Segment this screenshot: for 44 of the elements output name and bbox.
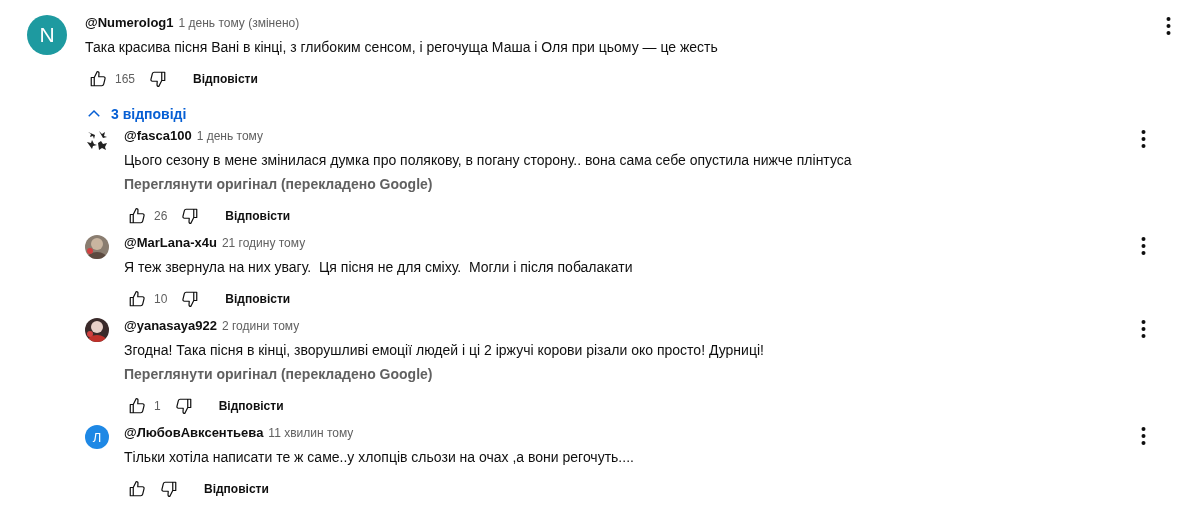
reply-button[interactable]: Відповісти [215, 205, 301, 227]
comment-time: 2 години тому [221, 319, 300, 333]
thumbs-up-icon[interactable] [128, 207, 146, 225]
thumbs-up-icon[interactable] [128, 290, 146, 308]
reply-button[interactable]: Відповісти [183, 68, 268, 90]
author-name[interactable]: @Numerolog1 [85, 15, 174, 30]
reply-button[interactable]: Відповісти [215, 288, 301, 310]
comment-time: 1 день тому [196, 129, 263, 143]
author-name[interactable]: @ЛюбовАвксентьева [124, 425, 264, 440]
translate-link[interactable]: Переглянути оригінал (перекладено Google) [124, 174, 1141, 194]
reply-button[interactable]: Відповісти [194, 478, 279, 500]
thumbs-down-icon[interactable] [181, 290, 200, 308]
thumbs-up-icon[interactable] [128, 397, 146, 415]
avatar-icon[interactable] [85, 128, 109, 152]
more-options-icon[interactable] [1166, 17, 1171, 35]
thumbs-down-icon[interactable] [160, 480, 178, 498]
comment-time: 11 хвилин тому [268, 426, 354, 440]
thumbs-up-icon[interactable] [89, 70, 107, 88]
comment-text: Згодна! Така пісня в кінці, зворушливі емоції людей і ці 2 іржучі корови різали око просто! Дурниці! [124, 341, 765, 360]
more-options-icon[interactable] [1141, 237, 1146, 255]
author-name[interactable]: @yanasaya922 [124, 318, 217, 333]
comment-time: 21 годину тому [221, 236, 306, 250]
author-name[interactable]: @MarLana-x4u [124, 235, 217, 250]
thumbs-down-icon[interactable] [174, 397, 193, 415]
comment-time: 1 день тому (змінено) [178, 16, 300, 30]
more-options-icon[interactable] [1141, 130, 1146, 148]
comment-text: Я теж звернула на них увагу. Ця пісня не для сміху. Могли і після побалакати [124, 258, 634, 277]
comment-text: Цього сезону в мене змінилася думка про полякову, в погану сторону.. вона сама себе опустила нижче плінтуса [124, 151, 853, 170]
like-count: 1 [154, 399, 161, 413]
comment-text: Така красива пісня Вані в кінці, з глибоким сенсом, і регочуща Маша і Оля при цьому — це жесть [85, 38, 719, 57]
thumbs-up-icon[interactable] [128, 480, 146, 498]
avatar[interactable]: Л [85, 425, 109, 449]
more-options-icon[interactable] [1141, 427, 1146, 445]
replies-toggle[interactable]: 3 відповіді [85, 103, 187, 125]
like-count: 10 [154, 292, 168, 306]
comment-text: Тільки хотіла написати те ж саме..у хлопців сльози на очах ,а вони регочуть.... [124, 448, 635, 467]
translate-link[interactable]: Переглянути оригінал (перекладено Google) [124, 364, 1141, 384]
more-options-icon[interactable] [1141, 320, 1146, 338]
author-name[interactable]: @fasca100 [124, 128, 192, 143]
thumbs-down-icon[interactable] [149, 70, 168, 88]
like-count: 165 [115, 72, 136, 86]
like-count: 26 [154, 209, 168, 223]
thumbs-down-icon[interactable] [181, 207, 200, 225]
reply-button[interactable]: Відповісти [208, 395, 294, 417]
